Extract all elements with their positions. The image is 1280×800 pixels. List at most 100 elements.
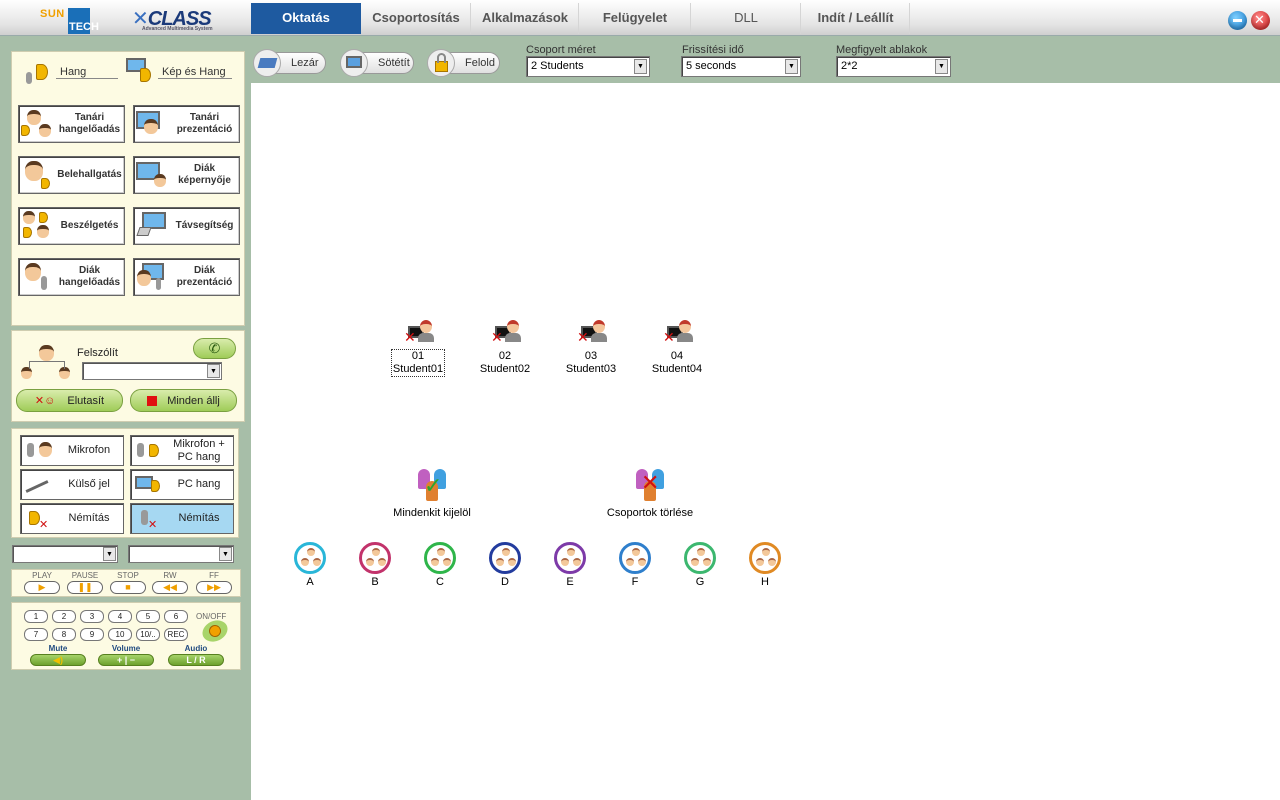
- tab-dll[interactable]: DLL: [692, 3, 801, 34]
- remote-help-label: Távsegítség: [175, 220, 234, 231]
- lock-button[interactable]: Lezár: [253, 49, 326, 77]
- chevron-down-icon[interactable]: ▼: [634, 59, 647, 74]
- video-audio-mode-icon[interactable]: [124, 56, 156, 86]
- mute-label: Mute: [48, 644, 68, 653]
- mute-button[interactable]: ◀): [30, 654, 86, 666]
- tab-csoportositas[interactable]: Csoportosítás: [362, 3, 471, 34]
- chevron-down-icon[interactable]: ▼: [103, 547, 116, 561]
- student-tile[interactable]: ✕ 04 Student04: [647, 318, 707, 376]
- unlock-button[interactable]: Felold: [427, 49, 500, 77]
- group-d[interactable]: D: [485, 542, 525, 588]
- conversation-button[interactable]: Beszélgetés: [18, 207, 125, 245]
- power-label: ON/OFF: [196, 612, 227, 621]
- pc-audio-button[interactable]: PC hang: [130, 469, 234, 500]
- tab-indit-leallit[interactable]: Indít / Leállít: [802, 3, 910, 34]
- channel-3-button[interactable]: 3: [80, 610, 104, 623]
- student-tile[interactable]: ✕ 03 Student03: [561, 318, 621, 376]
- remote-help-button[interactable]: Távsegítség: [133, 207, 240, 245]
- group-c[interactable]: C: [420, 542, 460, 588]
- blackout-label: Sötétít: [378, 57, 410, 69]
- chevron-down-icon[interactable]: ▼: [785, 59, 798, 74]
- chevron-down-icon[interactable]: ▼: [219, 547, 232, 561]
- channel-7-button[interactable]: 7: [24, 628, 48, 641]
- delete-groups-action[interactable]: ✕ Csoportok törlése: [605, 467, 695, 520]
- channel-1-button[interactable]: 1: [24, 610, 48, 623]
- microphone-pc-label: Mikrofon + PC hang: [173, 437, 225, 463]
- record-button[interactable]: REC: [164, 628, 188, 641]
- rewind-label: RW: [163, 571, 177, 580]
- remote-help-icon: [134, 209, 170, 243]
- student-number: 02: [498, 350, 512, 362]
- student-presentation-button[interactable]: Diák prezentáció: [133, 258, 240, 296]
- xclass-logo: ✕CLASS Advanced Multimedia System: [132, 8, 213, 32]
- select-all-label: Mindenkit kijelöl: [393, 507, 471, 519]
- group-f[interactable]: F: [615, 542, 655, 588]
- external-signal-label: Külső jel: [68, 478, 110, 490]
- channel-9-button[interactable]: 9: [80, 628, 104, 641]
- group-label: E: [566, 576, 574, 588]
- minimize-icon[interactable]: [1228, 11, 1247, 30]
- tab-oktatas[interactable]: Oktatás: [251, 3, 361, 34]
- external-signal-button[interactable]: Külső jel: [20, 469, 124, 500]
- monitor-audio-icon: [19, 158, 55, 192]
- close-icon[interactable]: ✕: [1251, 11, 1270, 30]
- mute-microphone-button[interactable]: ✕ Némítás: [130, 503, 234, 534]
- channel-10-button[interactable]: 10: [108, 628, 132, 641]
- student-tile[interactable]: ✕ 01 Student01: [388, 318, 448, 377]
- call-label: Felszólít: [77, 347, 118, 359]
- channel-6-button[interactable]: 6: [164, 610, 188, 623]
- channel-2-button[interactable]: 2: [52, 610, 76, 623]
- audio-mode-icon[interactable]: [22, 60, 52, 86]
- rewind-button[interactable]: ◀◀: [152, 581, 188, 594]
- student-offline-icon: ✕: [485, 318, 525, 348]
- phone-call-button[interactable]: ✆: [193, 338, 236, 359]
- volume-button[interactable]: + | −: [98, 654, 154, 666]
- select-all-action[interactable]: ✓ Mindenkit kijelöl: [387, 467, 477, 520]
- channel-5-button[interactable]: 5: [136, 610, 160, 623]
- reject-button[interactable]: ✕☺ Elutasít: [16, 389, 123, 412]
- monitor-audio-button[interactable]: Belehallgatás: [18, 156, 125, 194]
- tab-felugyelet[interactable]: Felügyelet: [580, 3, 691, 34]
- control-toolbar: Lezár Sötétít Felold Csoport méret 2 Stu…: [251, 43, 1280, 83]
- student-audio-icon: [19, 260, 55, 294]
- channel-4-button[interactable]: 4: [108, 610, 132, 623]
- stop-label: STOP: [117, 571, 139, 580]
- group-e[interactable]: E: [550, 542, 590, 588]
- channel-8-button[interactable]: 8: [52, 628, 76, 641]
- group-b[interactable]: B: [355, 542, 395, 588]
- media-source-select-2[interactable]: ▼: [128, 545, 234, 563]
- microphone-button[interactable]: Mikrofon: [20, 435, 124, 466]
- group-g[interactable]: G: [680, 542, 720, 588]
- chevron-down-icon[interactable]: ▼: [935, 59, 948, 74]
- fast-forward-button[interactable]: ▶▶: [196, 581, 232, 594]
- microphone-pc-button[interactable]: Mikrofon + PC hang: [130, 435, 234, 466]
- audio-mode-label[interactable]: Hang: [56, 66, 118, 79]
- select-all-group-icon: ✓: [414, 467, 450, 503]
- stop-button[interactable]: ■: [110, 581, 146, 594]
- blackout-button[interactable]: Sötétít: [340, 49, 414, 77]
- mute-speaker-button[interactable]: ✕ Némítás: [20, 503, 124, 534]
- pause-button[interactable]: ❚❚: [67, 581, 103, 594]
- group-icon: [359, 542, 391, 574]
- student-screen-button[interactable]: Diák képernyője: [133, 156, 240, 194]
- student-audio-button[interactable]: Diák hangelőadás: [18, 258, 125, 296]
- teacher-presentation-button[interactable]: Tanári prezentáció: [133, 105, 240, 143]
- teacher-audio-button[interactable]: Tanári hangelőadás: [18, 105, 125, 143]
- call-student-select[interactable]: ▼: [82, 362, 222, 380]
- media-source-select-1[interactable]: ▼: [12, 545, 118, 563]
- stop-all-button[interactable]: Minden állj: [130, 389, 237, 412]
- audio-channel-button[interactable]: L / R: [168, 654, 224, 666]
- group-a[interactable]: A: [290, 542, 330, 588]
- chevron-down-icon[interactable]: ▼: [207, 364, 220, 378]
- unlock-label: Felold: [465, 57, 495, 69]
- group-size-value: 2 Students: [531, 60, 584, 72]
- group-size-select[interactable]: 2 Students ▼: [526, 56, 650, 77]
- student-tile[interactable]: ✕ 02 Student02: [475, 318, 535, 376]
- play-button[interactable]: ▶: [24, 581, 60, 594]
- video-audio-mode-label[interactable]: Kép és Hang: [158, 66, 232, 79]
- tab-alkalmazasok[interactable]: Alkalmazások: [472, 3, 579, 34]
- group-h[interactable]: H: [745, 542, 785, 588]
- monitored-windows-select[interactable]: 2*2 ▼: [836, 56, 951, 77]
- refresh-time-select[interactable]: 5 seconds ▼: [681, 56, 801, 77]
- channel-10plus-button[interactable]: 10/..: [136, 628, 160, 641]
